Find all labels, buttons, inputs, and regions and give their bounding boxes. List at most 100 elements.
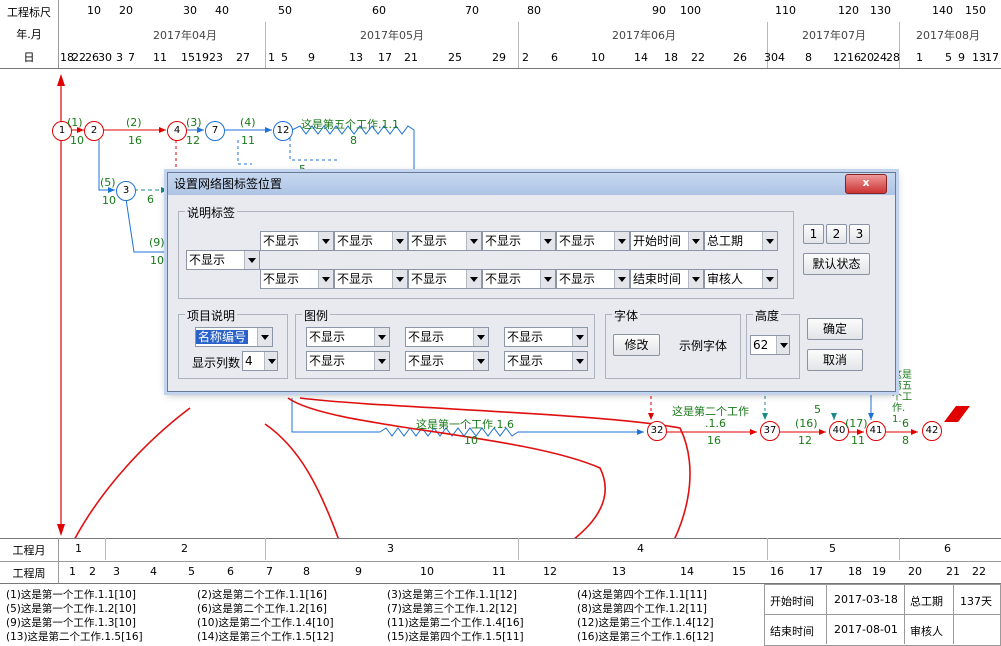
chevron-down-icon[interactable] bbox=[540, 232, 555, 250]
label-select-top-6[interactable]: 开始时间 bbox=[630, 231, 704, 251]
chevron-down-icon[interactable] bbox=[374, 352, 389, 370]
label-select-bottom-1[interactable]: 不显示 bbox=[260, 269, 334, 289]
height-stepper[interactable]: 62 bbox=[750, 335, 790, 355]
columns-stepper[interactable]: 4 bbox=[242, 351, 278, 371]
position-button-2[interactable]: 2 bbox=[826, 224, 847, 244]
label-select-top-3[interactable]: 不显示 bbox=[408, 231, 482, 251]
network-node[interactable]: 41 bbox=[866, 421, 886, 441]
chevron-down-icon[interactable] bbox=[466, 270, 481, 288]
day-cell: 22 bbox=[72, 51, 86, 64]
axis-arrow-down bbox=[57, 524, 65, 536]
legend-select-2[interactable]: 不显示 bbox=[405, 327, 489, 347]
activity-label: (2) bbox=[126, 116, 142, 129]
cancel-button[interactable]: 取消 bbox=[807, 349, 863, 371]
default-state-button[interactable]: 默认状态 bbox=[803, 253, 870, 275]
label-select-top-1[interactable]: 不显示 bbox=[260, 231, 334, 251]
stepper-value: 62 bbox=[753, 338, 769, 352]
label-select-bottom-4[interactable]: 不显示 bbox=[482, 269, 556, 289]
font-modify-button[interactable]: 修改 bbox=[613, 334, 660, 356]
week-number: 2 bbox=[89, 565, 96, 578]
network-node[interactable]: 4 bbox=[167, 121, 187, 141]
legend-select-4[interactable]: 不显示 bbox=[306, 351, 390, 371]
label-select-bottom-5[interactable]: 不显示 bbox=[556, 269, 630, 289]
day-cell: 26 bbox=[85, 51, 99, 64]
select-value: 开始时间 bbox=[633, 234, 682, 248]
legend-select-6[interactable]: 不显示 bbox=[504, 351, 588, 371]
group-title: 字体 bbox=[612, 307, 641, 324]
day-cell: 7 bbox=[128, 51, 135, 64]
chevron-down-icon[interactable] bbox=[318, 232, 333, 250]
finish-flag-icon bbox=[944, 406, 970, 422]
chevron-down-icon[interactable] bbox=[762, 270, 777, 288]
label-select-top-5[interactable]: 不显示 bbox=[556, 231, 630, 251]
activity-label: (5) bbox=[100, 176, 116, 189]
spin-icon[interactable] bbox=[776, 336, 789, 354]
label-select-top-2[interactable]: 不显示 bbox=[334, 231, 408, 251]
legend-item: (5)这是第一个工作.1.2[10] bbox=[6, 603, 136, 615]
close-button[interactable]: x bbox=[845, 174, 887, 194]
chevron-down-icon[interactable] bbox=[318, 270, 333, 288]
header-separator bbox=[58, 0, 59, 68]
chevron-down-icon[interactable] bbox=[614, 232, 629, 250]
chevron-down-icon[interactable] bbox=[466, 232, 481, 250]
end-time-label: 结束时间 bbox=[770, 625, 814, 638]
chevron-down-icon[interactable] bbox=[614, 270, 629, 288]
chevron-down-icon[interactable] bbox=[473, 352, 488, 370]
network-node[interactable]: 42 bbox=[922, 421, 942, 441]
chevron-down-icon[interactable] bbox=[540, 270, 555, 288]
chevron-down-icon[interactable] bbox=[392, 270, 407, 288]
scale-tick: 40 bbox=[215, 4, 229, 17]
position-button-3[interactable]: 3 bbox=[849, 224, 870, 244]
ok-button[interactable]: 确定 bbox=[807, 318, 863, 340]
stepper-value: 4 bbox=[245, 354, 253, 368]
day-cell: 9 bbox=[958, 51, 965, 64]
chevron-down-icon[interactable] bbox=[392, 232, 407, 250]
dummy-arrow-12 bbox=[289, 138, 340, 161]
project-month-row bbox=[0, 538, 1001, 562]
spin-icon[interactable] bbox=[264, 352, 277, 370]
select-value: 不显示 bbox=[408, 354, 445, 368]
day-cell: 1 bbox=[268, 51, 275, 64]
project-select[interactable]: 名称编号 bbox=[195, 327, 273, 347]
label-select-bottom-7[interactable]: 审核人 bbox=[704, 269, 778, 289]
label-select-middle[interactable]: 不显示 bbox=[186, 250, 260, 270]
chevron-down-icon[interactable] bbox=[762, 232, 777, 250]
label-select-top-4[interactable]: 不显示 bbox=[482, 231, 556, 251]
day-cell: 18 bbox=[664, 51, 678, 64]
day-cell: 24 bbox=[873, 51, 887, 64]
chevron-down-icon[interactable] bbox=[257, 328, 272, 346]
legend-select-1[interactable]: 不显示 bbox=[306, 327, 390, 347]
network-node[interactable]: 12 bbox=[273, 121, 293, 141]
label-select-bottom-6[interactable]: 结束时间 bbox=[630, 269, 704, 289]
network-node[interactable]: 32 bbox=[647, 421, 667, 441]
scale-label: 工程标尺 bbox=[7, 6, 51, 19]
activity-label: (3) bbox=[186, 116, 202, 129]
label-select-bottom-2[interactable]: 不显示 bbox=[334, 269, 408, 289]
position-button-1[interactable]: 1 bbox=[803, 224, 824, 244]
chevron-down-icon[interactable] bbox=[688, 270, 703, 288]
chevron-down-icon[interactable] bbox=[572, 352, 587, 370]
select-value: 不显示 bbox=[559, 272, 596, 286]
month-number: 6 bbox=[944, 542, 951, 555]
month-divider bbox=[105, 538, 106, 560]
chevron-down-icon[interactable] bbox=[572, 328, 587, 346]
select-value: 不显示 bbox=[189, 253, 226, 267]
chevron-down-icon[interactable] bbox=[374, 328, 389, 346]
network-node[interactable]: 3 bbox=[116, 181, 136, 201]
chevron-down-icon[interactable] bbox=[473, 328, 488, 346]
chevron-down-icon[interactable] bbox=[688, 232, 703, 250]
legend-select-5[interactable]: 不显示 bbox=[405, 351, 489, 371]
legend-select-3[interactable]: 不显示 bbox=[504, 327, 588, 347]
network-node[interactable]: 37 bbox=[760, 421, 780, 441]
network-node[interactable]: 7 bbox=[205, 121, 225, 141]
select-value: 不显示 bbox=[309, 330, 346, 344]
day-cell: 28 bbox=[886, 51, 900, 64]
month-cell: 2017年05月 bbox=[360, 29, 424, 42]
day-cell: 17 bbox=[985, 51, 999, 64]
label-select-top-7[interactable]: 总工期 bbox=[704, 231, 778, 251]
chevron-down-icon[interactable] bbox=[244, 251, 259, 269]
network-node[interactable]: 2 bbox=[84, 121, 104, 141]
day-label: 日 bbox=[23, 51, 35, 64]
scale-tick: 120 bbox=[838, 4, 859, 17]
label-select-bottom-3[interactable]: 不显示 bbox=[408, 269, 482, 289]
